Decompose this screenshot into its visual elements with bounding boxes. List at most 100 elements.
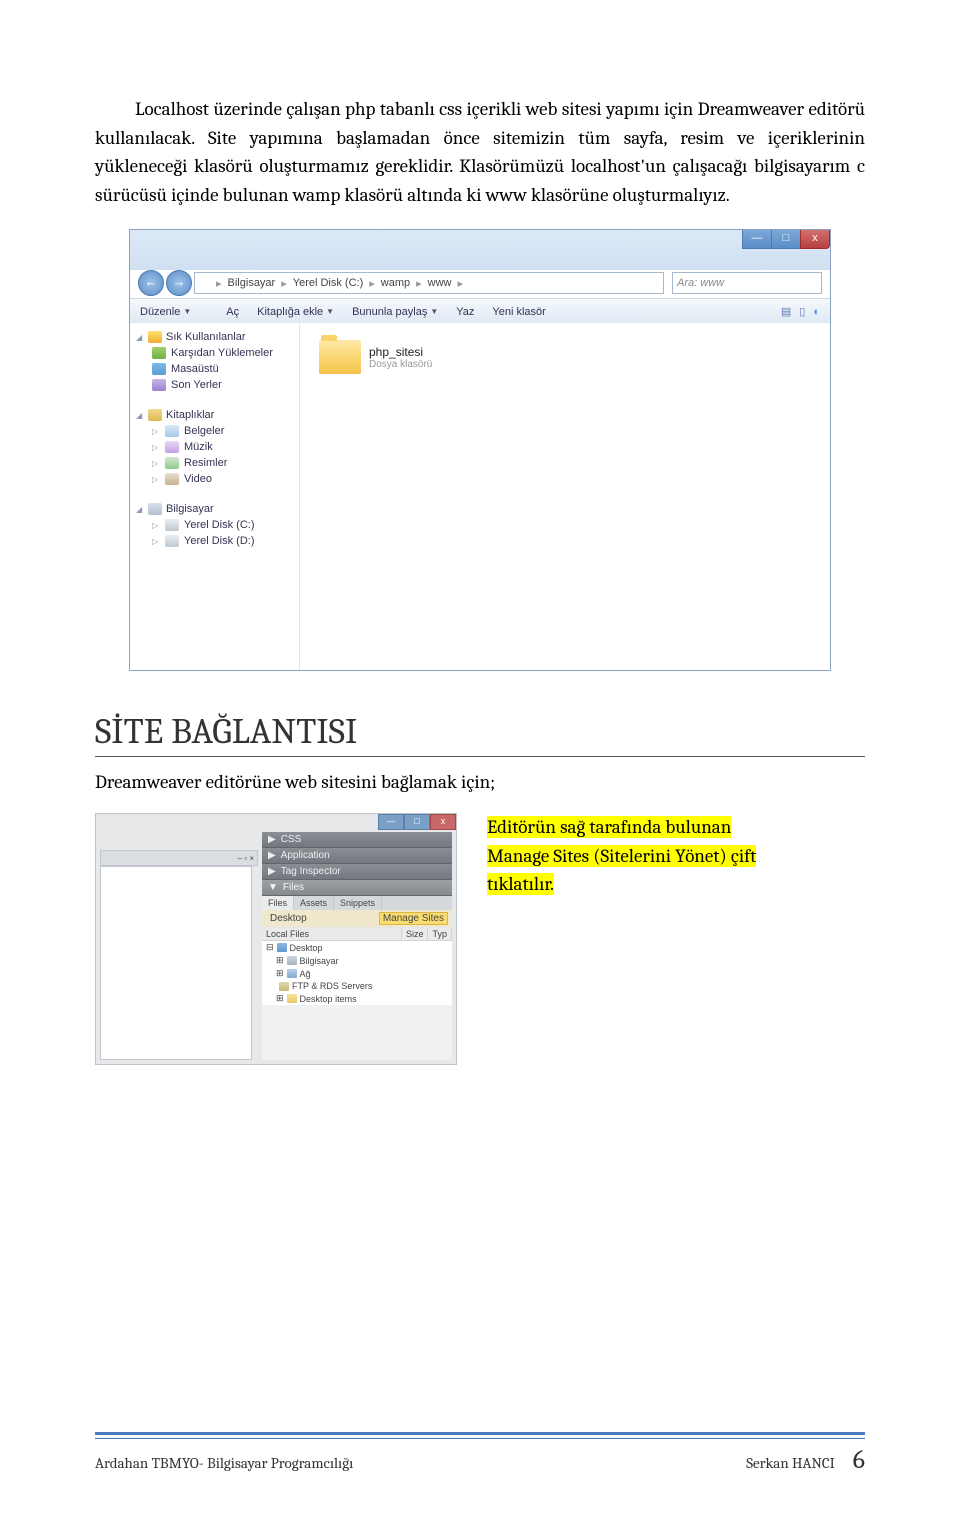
tree-computer[interactable]: ⊞Bilgisayar <box>262 954 452 967</box>
library-icon <box>148 409 162 421</box>
tab-snippets[interactable]: Snippets <box>334 896 382 910</box>
sidebar-desktop[interactable]: Masaüstü <box>134 361 295 377</box>
sidebar-drive-d[interactable]: ▷Yerel Disk (D:) <box>134 533 295 549</box>
network-icon <box>287 969 297 978</box>
dw-minimize-button[interactable]: — <box>378 814 404 830</box>
col-size[interactable]: Size <box>402 928 429 940</box>
subheading-text: Dreamweaver editörüne web sitesini bağla… <box>95 771 865 793</box>
maximize-button[interactable]: □ <box>771 230 801 249</box>
toolbar-library[interactable]: Kitaplığa ekle ▼ <box>257 306 334 318</box>
dw-maximize-button[interactable]: □ <box>404 814 430 830</box>
help-icon[interactable]: ◐ <box>813 306 820 318</box>
breadcrumb-path[interactable]: ▸ Bilgisayar ▸ Yerel Disk (C:) ▸ wamp ▸ … <box>194 272 664 294</box>
window-title-bar: — □ x <box>743 230 830 252</box>
files-site-row: Desktop Manage Sites <box>262 910 452 928</box>
dw-doc-controls[interactable]: – ▫ × <box>238 854 254 863</box>
explorer-sidebar: ◢Sık Kullanılanlar Karşıdan Yüklemeler M… <box>130 323 300 670</box>
tree-network[interactable]: ⊞Ağ <box>262 967 452 980</box>
folder-item[interactable]: php_sitesi Dosya klasörü <box>312 335 606 379</box>
explorer-screenshot: — □ x ← → ▸ Bilgisayar ▸ Yerel Disk (C:)… <box>129 229 831 671</box>
breadcrumb-sep: ▸ <box>281 277 287 290</box>
manage-sites-link[interactable]: Manage Sites <box>379 912 448 925</box>
folder-icon <box>287 994 297 1003</box>
close-button[interactable]: x <box>800 230 830 249</box>
chevron-down-icon: ▼ <box>430 307 438 316</box>
sidebar-downloads[interactable]: Karşıdan Yüklemeler <box>134 345 295 361</box>
instruction-text: Editörün sağ tarafında bulunan Manage Si… <box>487 813 756 899</box>
star-icon <box>148 331 162 343</box>
col-local[interactable]: Local Files <box>262 928 402 940</box>
breadcrumb-sep: ▸ <box>216 277 222 290</box>
site-select[interactable]: Desktop <box>270 913 307 924</box>
chevron-down-icon: ▼ <box>183 307 191 316</box>
sidebar-music[interactable]: ▷Müzik <box>134 439 295 455</box>
download-icon <box>152 347 166 359</box>
dreamweaver-screenshot: — □ x ⎚ – ▫ × ▶CSS ▶Application ▶Tag Ins… <box>95 813 457 1065</box>
breadcrumb-seg[interactable]: Bilgisayar <box>225 277 279 289</box>
dw-close-button[interactable]: x <box>430 814 456 830</box>
minimize-button[interactable]: — <box>742 230 772 249</box>
toolbar-organize[interactable]: Düzenle ▼ <box>140 306 191 318</box>
toolbar-open[interactable]: Aç <box>209 306 239 318</box>
tree-desktop[interactable]: ⊟Desktop <box>262 941 452 954</box>
panel-tag-inspector[interactable]: ▶Tag Inspector <box>262 864 452 880</box>
tab-files[interactable]: Files <box>262 896 294 910</box>
dw-editor-area[interactable] <box>100 866 252 1060</box>
breadcrumb-seg[interactable]: Yerel Disk (C:) <box>290 277 367 289</box>
panel-files[interactable]: ▼Files <box>262 880 452 896</box>
breadcrumb-sep: ▸ <box>369 277 375 290</box>
folder-icon <box>199 277 213 289</box>
toolbar-share[interactable]: Bununla paylaş ▼ <box>352 306 438 318</box>
folder-name: php_sitesi <box>369 345 432 359</box>
drive-icon <box>165 519 179 531</box>
tree-desktop-items[interactable]: ⊞Desktop items <box>262 992 452 1005</box>
tab-assets[interactable]: Assets <box>294 896 334 910</box>
highlight-line: Manage Sites (Sitelerini Yönet) çift <box>487 845 756 867</box>
dw-docbar: – ▫ × <box>100 850 258 866</box>
sidebar-documents[interactable]: ▷Belgeler <box>134 423 295 439</box>
ftp-icon <box>279 982 289 991</box>
desktop-icon <box>152 363 166 375</box>
panel-application[interactable]: ▶Application <box>262 848 452 864</box>
highlight-line: tıklatılır. <box>487 873 554 895</box>
page-footer: Ardahan TBMYO- Bilgisayar Programcılığı … <box>95 1432 865 1475</box>
footer-left: Ardahan TBMYO- Bilgisayar Programcılığı <box>95 1454 353 1472</box>
explorer-toolbar: Düzenle ▼ Aç Kitaplığa ekle ▼ Bununla pa… <box>130 298 830 325</box>
col-type[interactable]: Typ <box>428 928 452 940</box>
music-icon <box>165 441 179 453</box>
files-panel: Files Assets Snippets Desktop Manage Sit… <box>262 896 452 1060</box>
breadcrumb-seg[interactable]: www <box>425 277 455 289</box>
address-bar: ← → ▸ Bilgisayar ▸ Yerel Disk (C:) ▸ wam… <box>138 272 822 294</box>
highlight-line: Editörün sağ tarafında bulunan <box>487 816 731 838</box>
nav-forward-button[interactable]: → <box>166 270 192 296</box>
files-columns: Local Files Size Typ <box>262 928 452 941</box>
sidebar-video[interactable]: ▷Video <box>134 471 295 487</box>
preview-pane-icon[interactable]: ▯ <box>799 305 805 318</box>
search-term: www <box>700 277 724 289</box>
toolbar-newfolder[interactable]: Yeni klasör <box>492 306 545 318</box>
sidebar-computer[interactable]: ◢Bilgisayar <box>134 501 295 517</box>
drive-icon <box>165 535 179 547</box>
page-number: 6 <box>853 1445 865 1475</box>
recent-icon <box>152 379 166 391</box>
tree-ftp[interactable]: FTP & RDS Servers <box>262 980 452 992</box>
search-input[interactable]: Ara: www <box>672 272 822 294</box>
folder-icon <box>319 340 361 374</box>
footer-author: Serkan HANCI <box>746 1454 835 1472</box>
panel-css[interactable]: ▶CSS <box>262 832 452 848</box>
sidebar-drive-c[interactable]: ▷Yerel Disk (C:) <box>134 517 295 533</box>
toolbar-burn[interactable]: Yaz <box>456 306 474 318</box>
sidebar-recent[interactable]: Son Yerler <box>134 377 295 393</box>
video-icon <box>165 473 179 485</box>
dw-titlebar: — □ x <box>378 814 456 830</box>
sidebar-favorites[interactable]: ◢Sık Kullanılanlar <box>134 329 295 345</box>
breadcrumb-seg[interactable]: wamp <box>378 277 413 289</box>
sidebar-pictures[interactable]: ▷Resimler <box>134 455 295 471</box>
view-icon[interactable]: ▤ <box>781 305 791 318</box>
sidebar-libraries[interactable]: ◢Kitaplıklar <box>134 407 295 423</box>
breadcrumb-sep: ▸ <box>416 277 422 290</box>
picture-icon <box>165 457 179 469</box>
chevron-down-icon: ▼ <box>326 307 334 316</box>
breadcrumb-sep: ▸ <box>458 277 464 290</box>
nav-back-button[interactable]: ← <box>138 270 164 296</box>
